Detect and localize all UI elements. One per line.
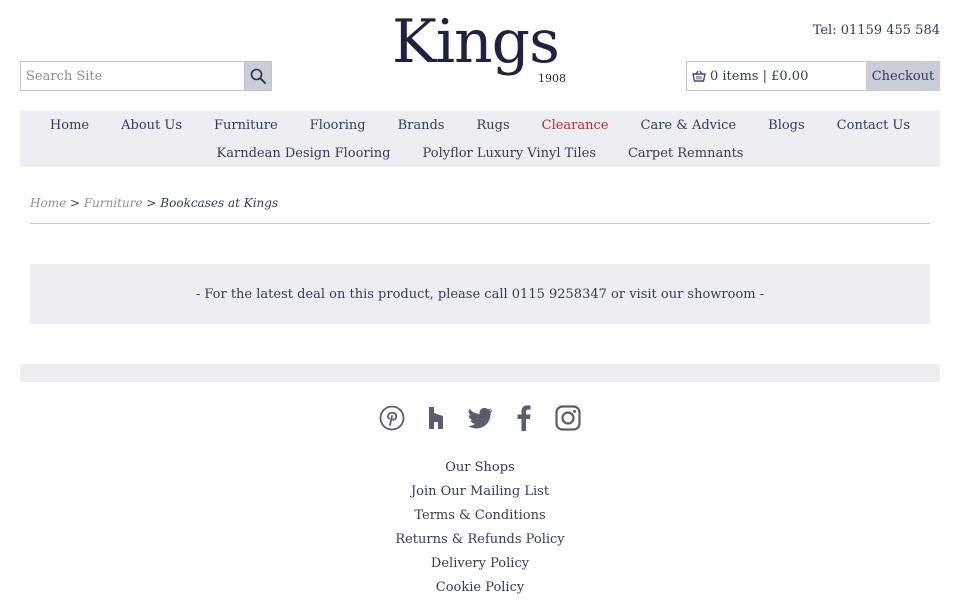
footer-link-delivery[interactable]: Delivery Policy bbox=[0, 552, 960, 576]
footer-divider-band bbox=[20, 364, 940, 382]
facebook-icon bbox=[517, 405, 531, 431]
tel-number-link[interactable]: 01159 455 584 bbox=[841, 23, 940, 38]
nav-polyflor[interactable]: Polyflor Luxury Vinyl Tiles bbox=[423, 146, 596, 161]
breadcrumb-home[interactable]: Home bbox=[30, 196, 66, 210]
kings-logo[interactable]: Kings 1908 bbox=[392, 12, 572, 90]
breadcrumb: Home > Furniture > Bookcases at Kings bbox=[30, 196, 930, 224]
nav-karndean[interactable]: Karndean Design Flooring bbox=[217, 146, 391, 161]
nav-row-secondary: Karndean Design Flooring Polyflor Luxury… bbox=[20, 139, 940, 167]
breadcrumb-current: Bookcases at Kings bbox=[160, 196, 279, 210]
footer-link-returns[interactable]: Returns & Refunds Policy bbox=[0, 528, 960, 552]
site-header: Kings 1908 Tel: 01159 455 584 0 items | … bbox=[0, 0, 960, 112]
pinterest-icon bbox=[379, 405, 405, 431]
nav-care-advice[interactable]: Care & Advice bbox=[641, 118, 737, 133]
footer-link-terms[interactable]: Terms & Conditions bbox=[0, 504, 960, 528]
nav-blogs[interactable]: Blogs bbox=[768, 118, 805, 133]
checkout-button[interactable]: Checkout bbox=[866, 61, 940, 91]
nav-carpet-remnants[interactable]: Carpet Remnants bbox=[628, 146, 743, 161]
footer-link-cookie[interactable]: Cookie Policy bbox=[0, 576, 960, 600]
nav-rugs[interactable]: Rugs bbox=[476, 118, 509, 133]
breadcrumb-separator: > bbox=[66, 196, 84, 210]
breadcrumb-furniture[interactable]: Furniture bbox=[84, 196, 143, 210]
main-nav: Home About Us Furniture Flooring Brands … bbox=[20, 111, 940, 167]
search-button[interactable] bbox=[244, 61, 272, 91]
deal-text: - For the latest deal on this product, p… bbox=[195, 286, 765, 302]
twitter-link[interactable] bbox=[467, 404, 493, 432]
nav-flooring[interactable]: Flooring bbox=[310, 118, 366, 133]
cart-summary-text: 0 items | £0.00 bbox=[710, 68, 809, 84]
footer-link-mailing-list[interactable]: Join Our Mailing List bbox=[0, 480, 960, 504]
basket-icon bbox=[692, 70, 706, 82]
houzz-link[interactable] bbox=[423, 404, 449, 432]
social-links bbox=[0, 404, 960, 432]
nav-clearance[interactable]: Clearance bbox=[542, 118, 609, 133]
tel-label: Tel: bbox=[812, 23, 837, 38]
pinterest-link[interactable] bbox=[379, 404, 405, 432]
search-form bbox=[20, 61, 272, 91]
nav-home[interactable]: Home bbox=[50, 118, 89, 133]
search-input[interactable] bbox=[20, 61, 244, 91]
search-icon bbox=[250, 68, 266, 84]
cart-widget: 0 items | £0.00 Checkout bbox=[686, 61, 940, 91]
breadcrumb-separator: > bbox=[142, 196, 161, 210]
logo-text: Kings bbox=[392, 7, 560, 77]
nav-brands[interactable]: Brands bbox=[398, 118, 445, 133]
instagram-link[interactable] bbox=[555, 404, 581, 432]
twitter-icon bbox=[467, 407, 492, 429]
nav-furniture[interactable]: Furniture bbox=[214, 118, 278, 133]
deal-notice: - For the latest deal on this product, p… bbox=[30, 264, 930, 324]
instagram-icon bbox=[555, 405, 581, 431]
nav-about-us[interactable]: About Us bbox=[121, 118, 182, 133]
logo-year: 1908 bbox=[538, 72, 566, 85]
telephone: Tel: 01159 455 584 bbox=[813, 23, 940, 38]
houzz-icon bbox=[429, 407, 443, 429]
nav-row-primary: Home About Us Furniture Flooring Brands … bbox=[20, 111, 940, 139]
facebook-link[interactable] bbox=[511, 404, 537, 432]
nav-contact-us[interactable]: Contact Us bbox=[837, 118, 910, 133]
cart-summary-button[interactable]: 0 items | £0.00 bbox=[686, 61, 866, 91]
footer-link-our-shops[interactable]: Our Shops bbox=[0, 456, 960, 480]
footer-links: Our Shops Join Our Mailing List Terms & … bbox=[0, 456, 960, 600]
